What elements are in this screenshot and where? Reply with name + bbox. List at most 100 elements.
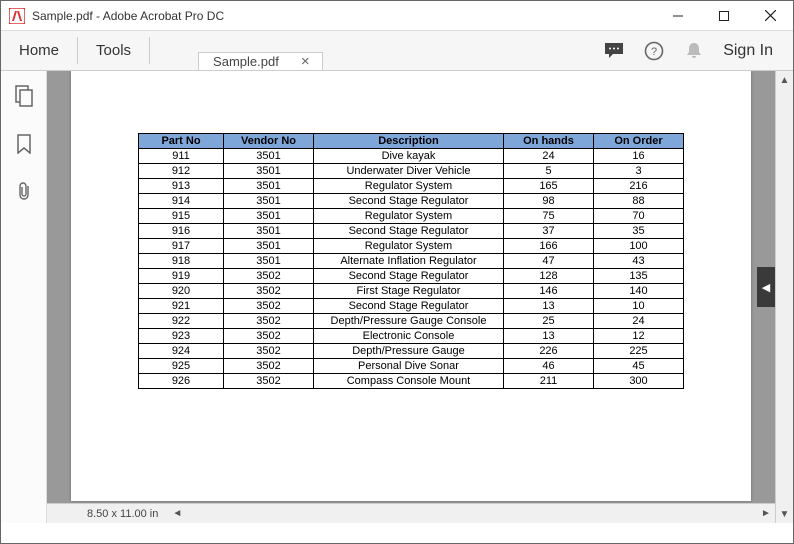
table-cell: 914 [139, 194, 224, 209]
table-cell: 46 [504, 359, 594, 374]
tools-button[interactable]: Tools [78, 31, 149, 70]
tab-label: Sample.pdf [213, 54, 279, 69]
window-title: Sample.pdf - Adobe Acrobat Pro DC [32, 9, 224, 23]
vertical-scrollbar[interactable]: ▲ ▼ [775, 71, 793, 523]
bell-icon[interactable] [683, 40, 705, 62]
table-cell: 24 [594, 314, 684, 329]
table-cell: 47 [504, 254, 594, 269]
table-cell: 3 [594, 164, 684, 179]
table-cell: 924 [139, 344, 224, 359]
app-icon [9, 8, 25, 24]
table-cell: 13 [504, 299, 594, 314]
help-icon[interactable]: ? [643, 40, 665, 62]
close-button[interactable] [747, 1, 793, 31]
table-row: 9153501Regulator System7570 [139, 209, 684, 224]
table-row: 9173501Regulator System166100 [139, 239, 684, 254]
table-cell: 3502 [224, 344, 314, 359]
table-cell: 3502 [224, 329, 314, 344]
table-cell: 13 [504, 329, 594, 344]
table-cell: First Stage Regulator [314, 284, 504, 299]
table-cell: 166 [504, 239, 594, 254]
table-cell: 911 [139, 149, 224, 164]
sidebar [1, 71, 47, 523]
table-cell: Second Stage Regulator [314, 269, 504, 284]
minimize-button[interactable] [655, 1, 701, 31]
status-bar: 8.50 x 11.00 in ◄ ► [47, 503, 775, 523]
table-row: 9243502Depth/Pressure Gauge226225 [139, 344, 684, 359]
tools-pane-toggle[interactable]: ◀ [757, 267, 775, 307]
column-header: On hands [504, 134, 594, 149]
attachment-icon[interactable] [15, 181, 33, 206]
document-tab[interactable]: Sample.pdf × [198, 52, 323, 70]
table-row: 9193502Second Stage Regulator128135 [139, 269, 684, 284]
table-row: 9223502Depth/Pressure Gauge Console2524 [139, 314, 684, 329]
scroll-down-icon[interactable]: ▼ [776, 505, 793, 523]
document-viewport[interactable]: Part NoVendor NoDescriptionOn handsOn Or… [47, 71, 775, 503]
table-cell: 37 [504, 224, 594, 239]
table-cell: 913 [139, 179, 224, 194]
table-cell: Regulator System [314, 209, 504, 224]
table-cell: Regulator System [314, 239, 504, 254]
table-row: 9233502Electronic Console1312 [139, 329, 684, 344]
bookmark-icon[interactable] [16, 134, 32, 159]
table-cell: 225 [594, 344, 684, 359]
table-row: 9123501Underwater Diver Vehicle53 [139, 164, 684, 179]
table-cell: 3501 [224, 239, 314, 254]
table-cell: 3502 [224, 314, 314, 329]
table-cell: Depth/Pressure Gauge [314, 344, 504, 359]
table-cell: Depth/Pressure Gauge Console [314, 314, 504, 329]
scroll-up-icon[interactable]: ▲ [776, 71, 793, 89]
comment-icon[interactable] [603, 40, 625, 62]
table-cell: 98 [504, 194, 594, 209]
table-cell: 25 [504, 314, 594, 329]
table-cell: Alternate Inflation Regulator [314, 254, 504, 269]
table-cell: 43 [594, 254, 684, 269]
table-cell: 3502 [224, 374, 314, 389]
main-toolbar: Home Tools Sample.pdf × ? Sign In [1, 31, 793, 71]
table-cell: Second Stage Regulator [314, 224, 504, 239]
scroll-left-icon[interactable]: ◄ [168, 508, 186, 519]
table-cell: 3502 [224, 269, 314, 284]
table-cell: 919 [139, 269, 224, 284]
table-cell: Compass Console Mount [314, 374, 504, 389]
table-cell: 921 [139, 299, 224, 314]
table-cell: 226 [504, 344, 594, 359]
table-cell: 35 [594, 224, 684, 239]
table-cell: 70 [594, 209, 684, 224]
maximize-button[interactable] [701, 1, 747, 31]
horizontal-scrollbar[interactable]: ◄ ► [168, 507, 775, 521]
column-header: Description [314, 134, 504, 149]
table-row: 9113501Dive kayak2416 [139, 149, 684, 164]
window-titlebar: Sample.pdf - Adobe Acrobat Pro DC [1, 1, 793, 31]
scroll-right-icon[interactable]: ► [757, 508, 775, 519]
table-row: 9213502Second Stage Regulator1310 [139, 299, 684, 314]
thumbnails-icon[interactable] [14, 85, 34, 112]
table-cell: 88 [594, 194, 684, 209]
column-header: On Order [594, 134, 684, 149]
table-cell: 165 [504, 179, 594, 194]
table-cell: 917 [139, 239, 224, 254]
home-button[interactable]: Home [1, 31, 77, 70]
table-row: 9263502Compass Console Mount211300 [139, 374, 684, 389]
table-cell: 3501 [224, 149, 314, 164]
table-cell: 140 [594, 284, 684, 299]
table-row: 9163501Second Stage Regulator3735 [139, 224, 684, 239]
table-cell: 128 [504, 269, 594, 284]
table-row: 9183501Alternate Inflation Regulator4743 [139, 254, 684, 269]
table-cell: 3502 [224, 359, 314, 374]
table-cell: 922 [139, 314, 224, 329]
table-cell: Second Stage Regulator [314, 194, 504, 209]
table-row: 9133501Regulator System165216 [139, 179, 684, 194]
table-cell: Second Stage Regulator [314, 299, 504, 314]
table-cell: 3501 [224, 179, 314, 194]
table-cell: 3502 [224, 284, 314, 299]
table-row: 9253502Personal Dive Sonar4645 [139, 359, 684, 374]
table-cell: 211 [504, 374, 594, 389]
tab-close-icon[interactable]: × [297, 53, 314, 70]
column-header: Part No [139, 134, 224, 149]
page-dimensions: 8.50 x 11.00 in [47, 508, 168, 520]
table-cell: 3502 [224, 299, 314, 314]
table-cell: 216 [594, 179, 684, 194]
table-cell: 3501 [224, 164, 314, 179]
signin-button[interactable]: Sign In [723, 42, 773, 60]
